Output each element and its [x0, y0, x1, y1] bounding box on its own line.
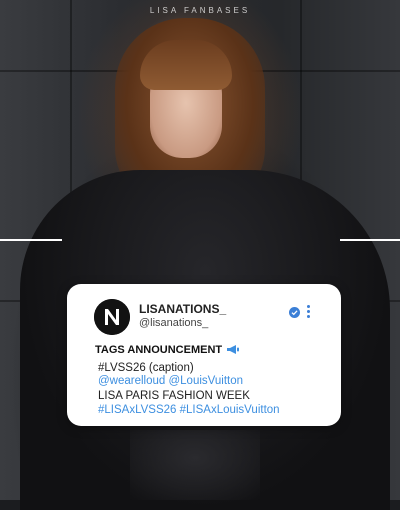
more-options-icon[interactable] [307, 305, 311, 319]
post-event-text: LISA PARIS FASHION WEEK [98, 390, 250, 402]
avatar[interactable] [94, 299, 130, 335]
portrait-bangs [140, 40, 232, 90]
divider-left [0, 239, 62, 241]
portrait-shadow [130, 430, 260, 500]
verified-badge-icon [289, 307, 300, 318]
post-title: TAGS ANNOUNCEMENT [95, 344, 223, 356]
post-mentions[interactable]: @wearelloud @LouisVuitton [98, 375, 243, 387]
account-handle[interactable]: @lisanations_ [139, 317, 208, 329]
divider-right [340, 239, 400, 241]
post-caption-tag: #LVSS26 (caption) [98, 362, 194, 374]
megaphone-icon [227, 345, 239, 354]
account-name[interactable]: LISANATIONS_ [139, 302, 226, 316]
post-card: LISANATIONS_ @lisanations_ TAGS ANNOUNCE… [67, 284, 341, 426]
post-hashtags[interactable]: #LISAxLVSS26 #LISAxLouisVuitton [98, 404, 280, 416]
account-logo-icon [94, 299, 130, 335]
fanbase-watermark: LISA FANBASES [149, 6, 251, 15]
